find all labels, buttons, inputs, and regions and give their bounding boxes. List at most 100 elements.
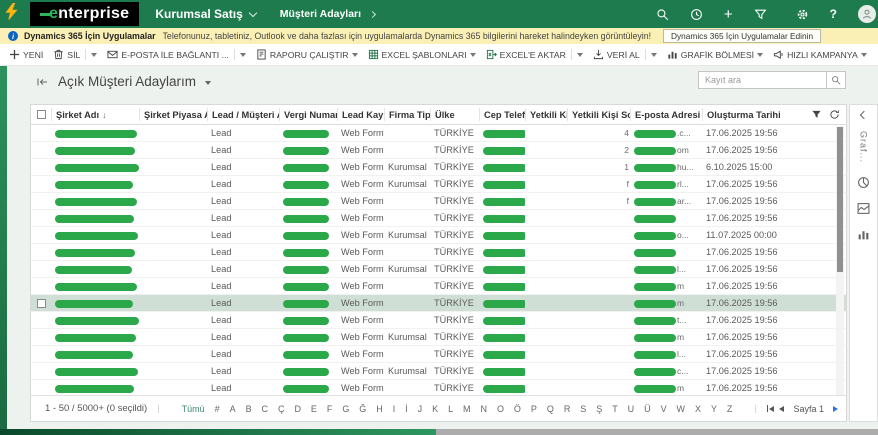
jump-letter[interactable]: O [497, 404, 504, 414]
recent-items-icon[interactable] [690, 8, 703, 21]
toolbar-button-import-data[interactable]: VERİ AL [588, 44, 645, 66]
toolbar-button-delete-dropdown[interactable] [85, 44, 102, 66]
toolbar-button-excel-templates[interactable]: EXCEL ŞABLONLARI [363, 44, 481, 66]
jump-letter[interactable]: A [230, 404, 236, 414]
jump-letter[interactable]: H [376, 404, 383, 414]
column-header[interactable]: Vergi Numarası [279, 108, 337, 121]
expand-panel-icon[interactable] [859, 110, 868, 120]
jump-letter[interactable]: G [342, 404, 349, 414]
view-title[interactable]: Açık Müşteri Adaylarım [58, 74, 196, 89]
row-checkbox[interactable] [36, 298, 46, 308]
jump-letter[interactable]: K [432, 404, 438, 414]
line-chart-icon[interactable] [857, 202, 870, 215]
table-row[interactable]: Lead Web Form TÜRKİYE 17.06.2025 19:56 [31, 210, 846, 227]
column-header[interactable]: Lead / Müşteri Adayı [207, 108, 279, 121]
toolbar-button-export-excel[interactable]: EXCEL'E AKTAR [481, 44, 571, 66]
jump-letter[interactable]: B [246, 404, 252, 414]
column-header[interactable]: Yetkili Kişi Ad... [525, 108, 567, 121]
table-row[interactable]: Lead Web Form TÜRKİYE f ar... 17.06.2025 19:5… [31, 193, 846, 210]
toolbar-button-export-excel-dropdown[interactable] [571, 44, 588, 66]
table-row[interactable]: Lead Web Form Kurumsal TÜRKİYE m 17.06.2025 1… [31, 329, 846, 346]
toolbar-button-quick-campaign[interactable]: HIZLI KAMPANYA [768, 44, 872, 66]
table-row[interactable]: Lead Web Form Kurumsal TÜRKİYE 1 hu... 6.10.20… [31, 159, 846, 176]
jump-letter[interactable]: P [531, 404, 537, 414]
jump-letter[interactable]: J [418, 404, 423, 414]
table-row[interactable]: Lead Web Form TÜRKİYE l... 17.06.2025 19:56 [31, 346, 846, 363]
jump-letter[interactable]: N [480, 404, 487, 414]
jump-letter[interactable]: W [677, 404, 686, 414]
grid-filter-icon[interactable] [811, 109, 822, 120]
toolbar-button-delete[interactable]: SİL [48, 44, 85, 66]
jump-letter[interactable]: İ [405, 404, 408, 414]
first-page-button[interactable] [766, 405, 775, 412]
select-all-checkbox[interactable] [36, 110, 46, 119]
column-header[interactable]: Şirket Adı ↓ [51, 108, 139, 121]
toolbar-button-more[interactable] [872, 44, 878, 66]
jump-letter[interactable]: Q [547, 404, 554, 414]
column-header[interactable]: E-posta Adresi Şirket [630, 108, 702, 121]
column-header[interactable]: Yetkili Kişi Soyad [567, 108, 630, 121]
table-row[interactable]: Lead Web Form Kurumsal TÜRKİYE c... 17.06.202… [31, 363, 846, 380]
table-row[interactable]: Lead Web Form TÜRKİYE 4 .c... 17.06.2025 19:5… [31, 125, 846, 142]
toolbar-button-email-link[interactable]: E-POSTA İLE BAĞLANTI ... [102, 44, 234, 66]
previous-page-button[interactable] [779, 405, 785, 412]
table-row[interactable]: Lead Web Form Kurumsal TÜRKİYE l... 17.06.202… [31, 261, 846, 278]
back-icon[interactable] [36, 76, 49, 88]
jump-letter[interactable]: Ü [644, 404, 651, 414]
jump-letter[interactable]: V [661, 404, 667, 414]
jump-all[interactable]: Tümü [182, 404, 205, 414]
column-header[interactable]: Şirket Piyasa Adı [139, 108, 207, 121]
get-apps-button[interactable]: Dynamics 365 İçin Uygulamalar Edinin [663, 29, 822, 43]
scrollbar-thumb[interactable] [837, 127, 843, 272]
filter-funnel-icon[interactable] [754, 8, 767, 21]
refresh-icon[interactable] [829, 109, 840, 120]
jump-letter[interactable]: # [215, 404, 220, 414]
jump-letter[interactable]: Ç [278, 404, 285, 414]
nav-entity-breadcrumb[interactable]: Müşteri Adayları [280, 8, 377, 20]
jump-letter[interactable]: Z [727, 404, 733, 414]
table-row[interactable]: Lead Web Form TÜRKİYE m 17.06.2025 19:56 [31, 278, 846, 295]
toolbar-button-import-data-dropdown[interactable] [645, 44, 662, 66]
table-row[interactable]: Lead Web Form TÜRKİYE t... 17.06.2025 19:56 [31, 312, 846, 329]
jump-letter[interactable]: S [580, 404, 586, 414]
table-row[interactable]: Lead Web Form Kurumsal TÜRKİYE o... 11.07.202… [31, 227, 846, 244]
record-search-input[interactable] [698, 71, 826, 89]
column-header[interactable]: Lead Kaynağı... [337, 108, 384, 121]
column-header[interactable]: Cep Telefonu... [479, 108, 525, 121]
jump-letter[interactable]: R [564, 404, 571, 414]
pie-chart-icon[interactable] [857, 176, 870, 189]
table-row[interactable]: Lead Web Form TÜRKİYE m 17.06.2025 19:56 [31, 295, 846, 312]
toolbar-button-run-report[interactable]: RAPORU ÇALIŞTIR [251, 44, 363, 66]
jump-letter[interactable]: D [294, 404, 301, 414]
gear-icon[interactable] [796, 8, 809, 21]
table-row[interactable]: Lead Web Form Kurumsal TÜRKİYE f rl... 17.06.2… [31, 176, 846, 193]
jump-letter[interactable]: U [628, 404, 635, 414]
jump-letter[interactable]: C [262, 404, 269, 414]
jump-letter[interactable]: E [311, 404, 317, 414]
search-icon[interactable] [656, 8, 669, 21]
help-icon[interactable]: ? [830, 7, 837, 21]
quick-create-icon[interactable]: + [724, 7, 733, 22]
jump-letter[interactable]: L [448, 404, 453, 414]
search-button[interactable] [826, 71, 846, 89]
toolbar-button-chart-pane[interactable]: GRAFİK BÖLMESİ [662, 44, 768, 66]
nav-area-switcher[interactable]: Kurumsal Satış [155, 7, 257, 21]
column-header[interactable]: Firma Tipi [384, 108, 430, 121]
table-row[interactable]: Lead Web Form TÜRKİYE 2 om 17.06.2025 19:56 [31, 142, 846, 159]
column-header[interactable]: Oluşturma Tarihi [702, 108, 780, 121]
jump-letter[interactable]: X [695, 404, 701, 414]
jump-letter[interactable]: I [393, 404, 396, 414]
column-header[interactable]: Ülke [430, 108, 479, 121]
app-logo[interactable]: enterprise [30, 2, 140, 26]
jump-letter[interactable]: T [612, 404, 618, 414]
view-selector-caret-icon[interactable] [205, 80, 212, 85]
next-page-button[interactable] [833, 405, 838, 412]
toolbar-button-email-link-dropdown[interactable] [234, 44, 251, 66]
jump-letter[interactable]: F [327, 404, 333, 414]
user-avatar[interactable] [858, 5, 876, 23]
table-row[interactable]: Lead Web Form TÜRKİYE 17.06.2025 19:56 [31, 244, 846, 261]
jump-letter[interactable]: Y [711, 404, 717, 414]
jump-letter[interactable]: Ö [514, 404, 521, 414]
jump-letter[interactable]: Ş [596, 404, 602, 414]
toolbar-button-new[interactable]: YENİ [4, 44, 48, 66]
